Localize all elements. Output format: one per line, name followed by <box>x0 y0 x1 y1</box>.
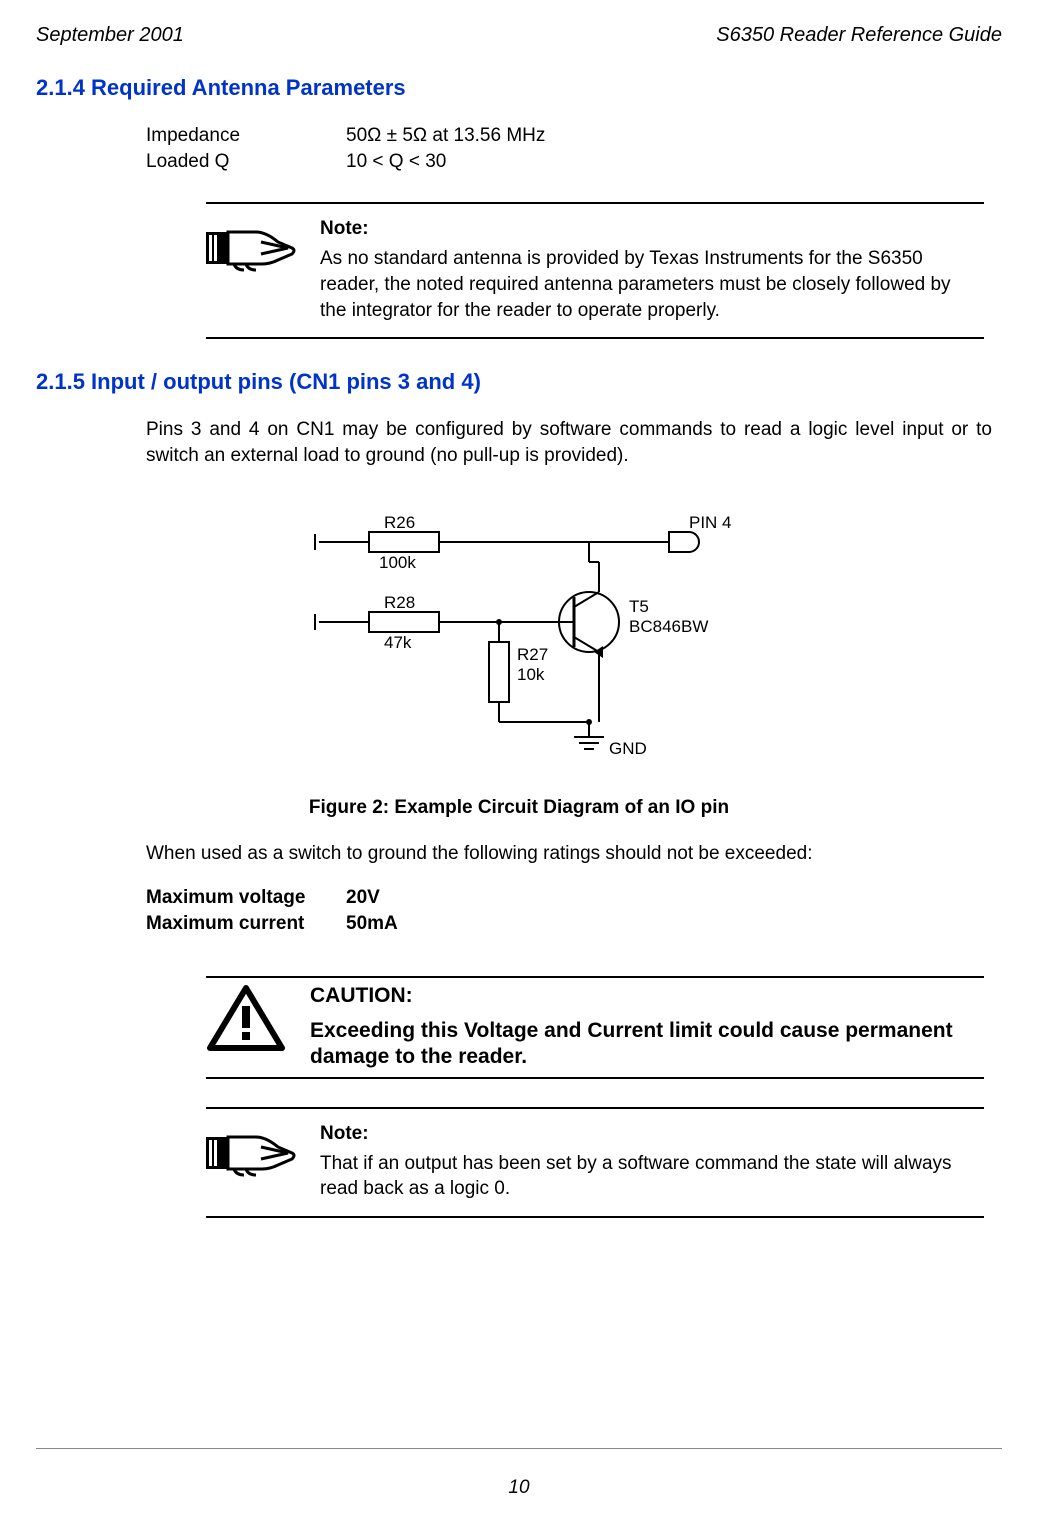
circuit-diagram: R26 100k R28 47k R27 10k T5 BC846BW PIN … <box>289 502 749 762</box>
note-content: Note: That if an output has been set by … <box>320 1123 976 1202</box>
param-impedance-value: 50Ω ± 5Ω at 13.56 MHz <box>346 123 545 149</box>
note-text: As no standard antenna is provided by Te… <box>320 246 976 323</box>
heading-2-1-4: 2.1.4 Required Antenna Parameters <box>36 75 1002 101</box>
pointing-hand-icon <box>206 1123 296 1188</box>
label-r27: R27 <box>517 645 548 664</box>
rating-current: Maximum current 50mA <box>146 911 992 937</box>
page-number: 10 <box>0 1477 1038 1499</box>
rating-current-value: 50mA <box>346 911 398 937</box>
figure-2-caption: Figure 2: Example Circuit Diagram of an … <box>36 797 1002 819</box>
antenna-params: Impedance 50Ω ± 5Ω at 13.56 MHz Loaded Q… <box>146 123 1002 174</box>
note-text: That if an output has been set by a soft… <box>320 1151 976 1202</box>
param-loadedq-label: Loaded Q <box>146 149 346 175</box>
io-intro: Pins 3 and 4 on CN1 may be configured by… <box>146 417 992 468</box>
param-loadedq: Loaded Q 10 < Q < 30 <box>146 149 1002 175</box>
note-title: Note: <box>320 218 976 240</box>
label-r27-val: 10k <box>517 665 545 684</box>
rating-voltage-label: Maximum voltage <box>146 885 346 911</box>
param-impedance-label: Impedance <box>146 123 346 149</box>
heading-2-1-5: 2.1.5 Input / output pins (CN1 pins 3 an… <box>36 369 1002 395</box>
caution-text: Exceeding this Voltage and Current limit… <box>310 1018 976 1068</box>
footer-rule <box>36 1448 1002 1449</box>
label-r28-val: 47k <box>384 633 412 652</box>
note-box-2: Note: That if an output has been set by … <box>206 1107 984 1218</box>
page-header: September 2001 S6350 Reader Reference Gu… <box>36 24 1002 47</box>
warning-triangle-icon <box>206 984 286 1059</box>
rating-voltage: Maximum voltage 20V <box>146 885 992 911</box>
pointing-hand-icon <box>206 218 296 283</box>
label-t5: T5 <box>629 597 649 616</box>
label-r28: R28 <box>384 593 415 612</box>
caution-box: CAUTION: Exceeding this Voltage and Curr… <box>206 976 984 1078</box>
caution-content: CAUTION: Exceeding this Voltage and Curr… <box>310 984 976 1068</box>
switch-intro: When used as a switch to ground the foll… <box>146 841 992 867</box>
page: September 2001 S6350 Reader Reference Gu… <box>0 0 1038 1539</box>
rating-voltage-value: 20V <box>346 885 380 911</box>
note-box-1: Note: As no standard antenna is provided… <box>206 202 984 339</box>
label-gnd: GND <box>609 739 647 758</box>
note-title: Note: <box>320 1123 976 1145</box>
rating-current-label: Maximum current <box>146 911 346 937</box>
param-impedance: Impedance 50Ω ± 5Ω at 13.56 MHz <box>146 123 1002 149</box>
label-pin4: PIN 4 <box>689 513 732 532</box>
figure-2: R26 100k R28 47k R27 10k T5 BC846BW PIN … <box>36 502 1002 767</box>
label-t5-part: BC846BW <box>629 617 708 636</box>
caution-title: CAUTION: <box>310 984 976 1008</box>
ratings: Maximum voltage 20V Maximum current 50mA <box>146 885 992 936</box>
note-content: Note: As no standard antenna is provided… <box>320 218 976 323</box>
label-r26: R26 <box>384 513 415 532</box>
param-loadedq-value: 10 < Q < 30 <box>346 149 446 175</box>
header-left: September 2001 <box>36 24 184 47</box>
label-r26-val: 100k <box>379 553 416 572</box>
header-right: S6350 Reader Reference Guide <box>716 24 1002 47</box>
